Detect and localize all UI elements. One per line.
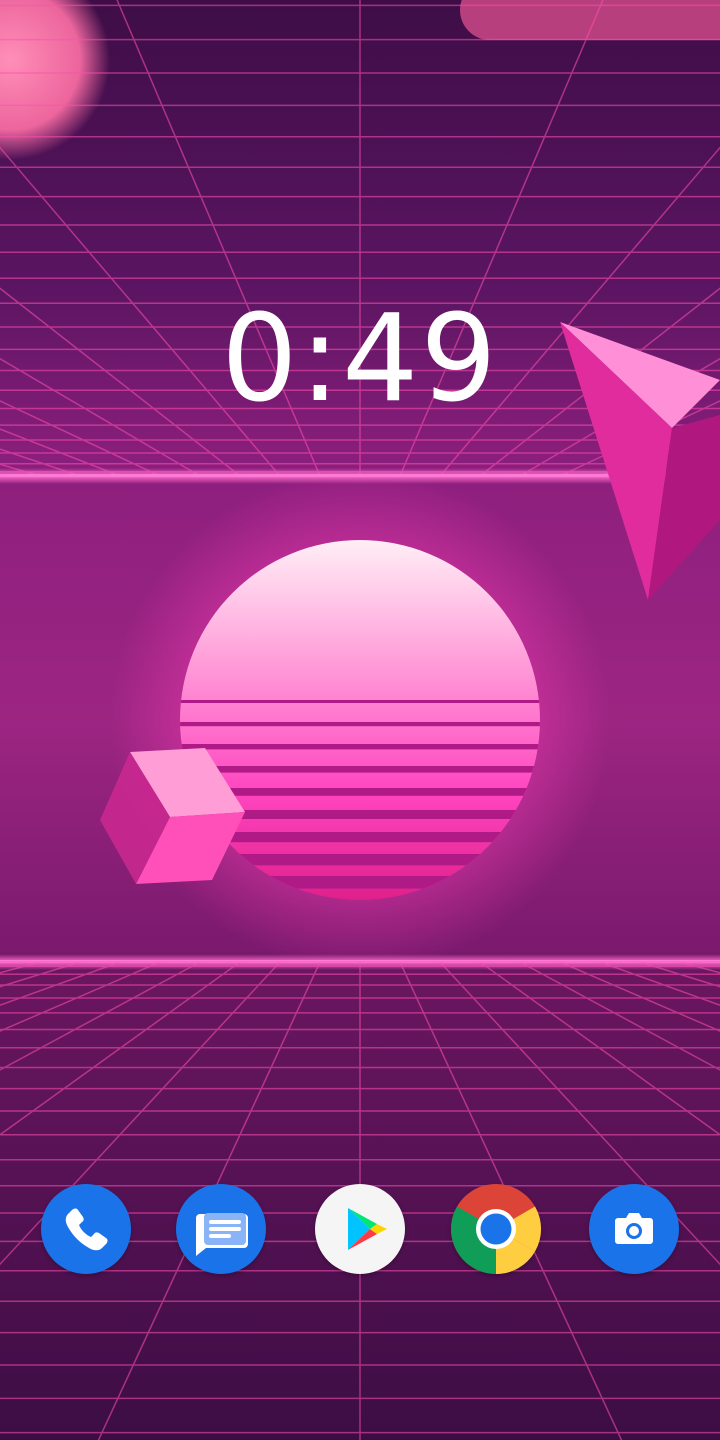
sun-stripe xyxy=(180,722,540,727)
sun-stripe xyxy=(180,766,540,773)
home-screen: 0:49 xyxy=(0,0,720,1440)
sun-stripe xyxy=(180,744,540,750)
app-dock xyxy=(0,1180,720,1276)
phone-app-button[interactable] xyxy=(41,1184,131,1274)
chrome-app-button[interactable] xyxy=(451,1184,541,1274)
chrome-icon xyxy=(451,1184,541,1274)
messages-icon xyxy=(176,1184,266,1274)
phone-icon xyxy=(41,1184,131,1274)
messages-app-button[interactable] xyxy=(176,1184,266,1274)
play-store-app-button[interactable] xyxy=(315,1184,405,1274)
lock-clock: 0:49 xyxy=(221,290,499,429)
play-store-icon xyxy=(315,1184,405,1274)
camera-icon xyxy=(589,1184,679,1274)
camera-app-button[interactable] xyxy=(589,1184,679,1274)
sun-stripe xyxy=(180,700,540,703)
